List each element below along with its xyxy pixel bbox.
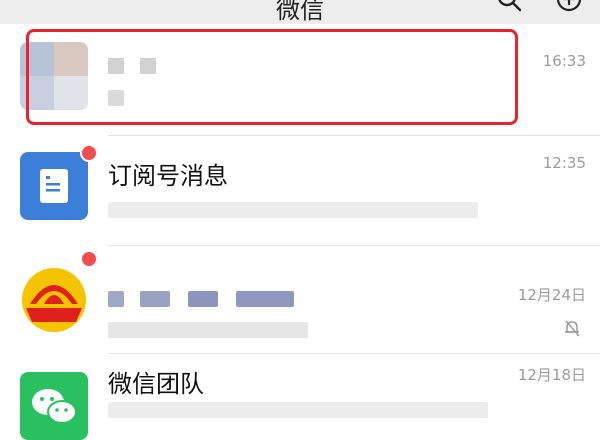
unread-dot [80,250,98,268]
unread-dot [80,144,98,162]
blurred-message [108,202,478,218]
chat-name: 微信团队 [108,370,204,398]
chat-item[interactable]: 订阅号消息 12:35 [0,136,600,246]
chat-name: 订阅号消息 [108,162,228,190]
top-bar: 微信 [0,0,600,25]
blurred-message [108,402,488,418]
chat-time: 12月24日 [517,286,586,304]
bell-off-icon [565,320,580,337]
search-icon[interactable] [496,0,522,12]
add-icon[interactable] [556,0,582,12]
wechat-logo [20,372,88,440]
blurred-name [108,291,124,307]
subscription-icon [20,152,88,220]
chat-item[interactable]: 微信团队 12月18日 [0,354,600,440]
blurred-name [140,291,170,307]
highlight-box [26,29,518,125]
blurred-name [236,291,294,307]
blurred-name [188,291,218,307]
chat-time: 16:33 [542,52,586,70]
chat-item[interactable]: 12月24日 [0,246,600,354]
petrochina-logo [20,266,88,334]
chat-time: 12:35 [542,154,586,172]
blurred-message [108,322,308,338]
chat-time: 12月18日 [517,366,586,384]
